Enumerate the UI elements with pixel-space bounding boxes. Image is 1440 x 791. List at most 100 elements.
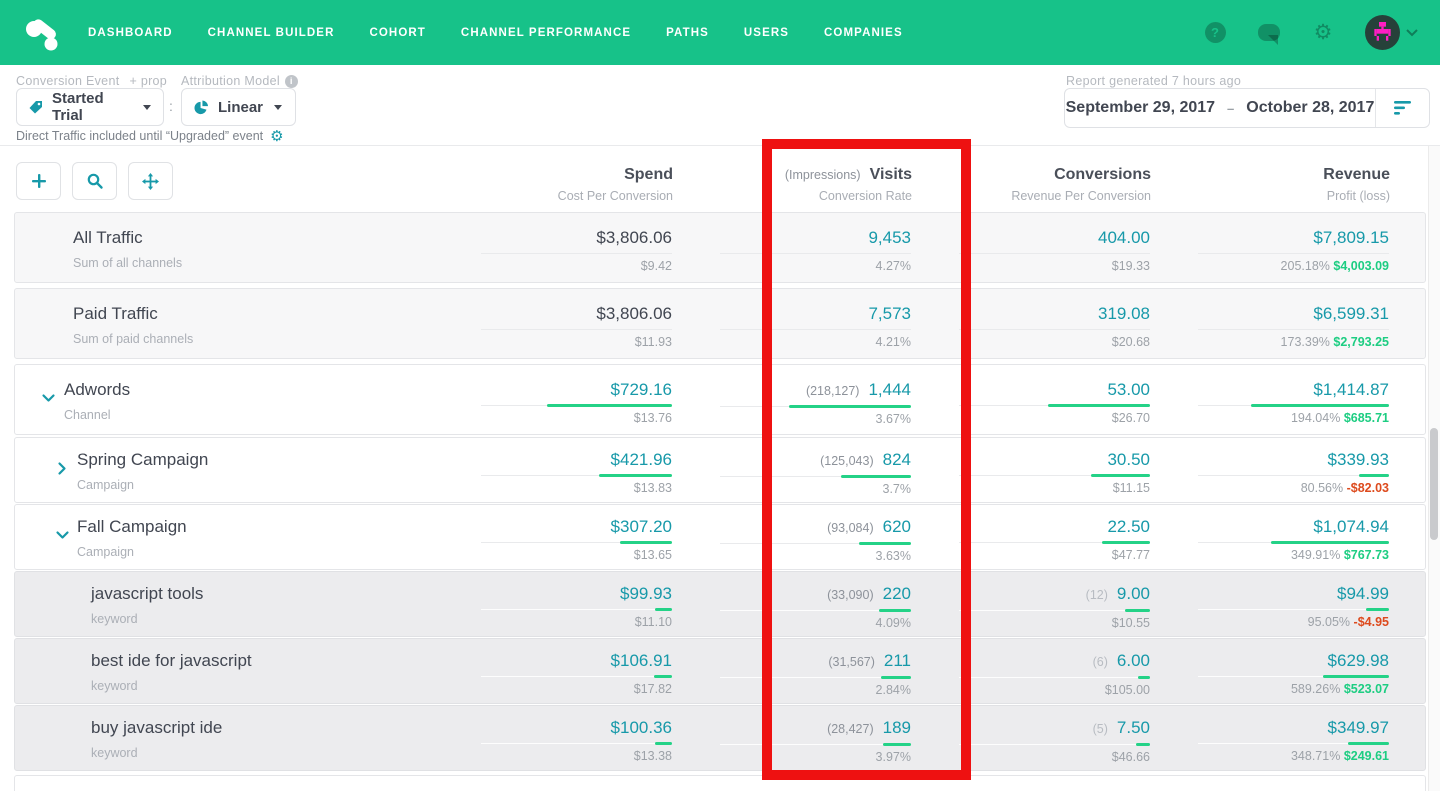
scrollbar-thumb[interactable] [1430,428,1438,540]
chevron-down-icon [274,105,282,110]
cell-divider [720,406,911,407]
chat-icon[interactable] [1257,21,1281,45]
cell-divider [481,609,672,610]
cell-subvalue: $19.33 [947,259,1150,273]
date-separator: – [1227,101,1234,116]
cell-divider [959,253,1150,254]
value-bar [620,541,672,544]
table-row[interactable]: Fall Campaign Campaign $307.20 $13.65 (9… [14,504,1426,570]
cell-revenue: $1,414.87 194.04% $685.71 [1186,365,1425,434]
row-expand-chevron-icon[interactable] [42,394,56,408]
value-bar [1323,675,1389,678]
nav-item[interactable]: PATHS [666,27,709,39]
cell-divider [1198,609,1389,610]
nav-item[interactable]: COMPANIES [824,27,903,39]
cell-divider [720,610,911,611]
cell-subvalue: 2.84% [708,683,911,697]
info-icon[interactable]: i [285,75,298,88]
avatar[interactable] [1365,15,1400,50]
nav-item[interactable]: CHANNEL PERFORMANCE [461,27,631,39]
value-bar [547,404,672,407]
cell-subvalue: $105.00 [947,683,1150,697]
add-channel-button[interactable] [16,162,61,200]
cell-divider [481,676,672,677]
table-row[interactable]: All Traffic Sum of all channels $3,806.0… [14,212,1426,283]
table-row[interactable]: Video Channel $306.06 975 14.00 $944.97 [14,775,1426,791]
attribution-logo[interactable] [22,11,62,55]
cell-divider [481,253,672,254]
table-row[interactable]: best ide for javascript keyword $106.91 … [14,638,1426,704]
row-name: buy javascript ide [91,717,469,739]
cell-spend: $307.20 $13.65 [469,505,708,569]
value-bar [599,474,672,477]
pie-chart-icon [194,100,209,115]
settings-icon[interactable]: ⚙ [1311,21,1335,45]
cell-spend: $106.91 $17.82 [469,639,708,703]
attribution-model-dropdown[interactable]: Linear [181,88,296,126]
date-range-input[interactable]: September 29, 2017 – October 28, 2017 [1064,88,1430,128]
value-bar [1125,609,1150,612]
nav-item[interactable]: CHANNEL BUILDER [208,27,335,39]
cell-divider [481,542,672,543]
cell-divider [959,329,1150,330]
help-icon[interactable]: ? [1203,21,1227,45]
value-bar [1138,676,1150,679]
cell-value: 220 [883,583,911,605]
cell-conversions: 53.00 $26.70 [947,365,1186,434]
row-name: All Traffic [73,227,469,249]
table-row[interactable]: Paid Traffic Sum of paid channels $3,806… [14,288,1426,359]
user-menu[interactable] [1365,15,1418,50]
column-header-spend[interactable]: Spend Cost Per Conversion [470,166,709,203]
row-expand-chevron-icon[interactable] [56,464,70,478]
column-header-revenue[interactable]: Revenue Profit (loss) [1187,166,1426,203]
cell-spend: $100.36 $13.38 [469,706,708,770]
impressions-label: (Impressions) [785,168,861,182]
vertical-scrollbar[interactable] [1428,146,1440,791]
row-label: buy javascript ide keyword [15,706,469,770]
cell-subvalue: 3.63% [708,549,911,563]
row-expand-chevron-icon[interactable] [56,531,70,545]
cell-value: 824 [883,449,911,471]
table-row[interactable]: javascript tools keyword $99.93 $11.10 (… [14,571,1426,637]
value-bar [789,405,911,408]
tag-icon [29,100,43,114]
cell-subvalue: $11.93 [469,335,672,349]
cell-spend: $306.06 [469,776,708,791]
conversion-event-dropdown[interactable]: Started Trial [16,88,164,126]
cell-revenue: $6,599.31 173.39% $2,793.25 [1186,289,1425,358]
table-row[interactable]: Adwords Channel $729.16 $13.76 (218,127)… [14,364,1426,435]
cell-divider [959,677,1150,678]
row-type: Sum of all channels [73,256,469,271]
cell-divider [1198,329,1389,330]
cell-divider [1198,542,1389,543]
nav-item[interactable]: USERS [744,27,789,39]
direct-traffic-note: Direct Traffic included until “Upgraded”… [16,127,284,145]
table-toolbar [16,162,173,200]
cell-subvalue: $9.42 [469,259,672,273]
add-prop-link[interactable]: + prop [129,74,167,88]
move-button[interactable] [128,162,173,200]
impressions-count: (125,043) [820,450,874,472]
date-filter-button[interactable] [1375,89,1429,127]
cell-value: $629.98 [1328,650,1389,672]
impressions-count: (31,567) [828,651,875,673]
table-row[interactable]: buy javascript ide keyword $100.36 $13.3… [14,705,1426,771]
column-header-conversions[interactable]: Conversions Revenue Per Conversion [948,166,1187,203]
column-header-visits[interactable]: (Impressions)Visits Conversion Rate [709,166,948,203]
profit-amount: $523.07 [1344,682,1389,696]
table-row[interactable]: Spring Campaign Campaign $421.96 $13.83 … [14,437,1426,503]
cell-value: 9,453 [868,227,911,249]
note-settings-gear-icon[interactable]: ⚙ [270,127,283,145]
cell-revenue: $944.97 [1186,776,1425,791]
cell-value: $307.20 [611,516,672,538]
row-type: Campaign [77,545,469,560]
cell-subvalue: 3.97% [708,750,911,764]
nav-item[interactable]: COHORT [369,27,425,39]
cell-value: $349.97 [1328,717,1389,739]
value-bar [841,475,911,478]
search-button[interactable] [72,162,117,200]
value-bar [655,608,672,611]
cell-divider [1198,405,1389,406]
nav-item[interactable]: DASHBOARD [88,27,173,39]
profit-amount: $2,793.25 [1333,335,1389,349]
